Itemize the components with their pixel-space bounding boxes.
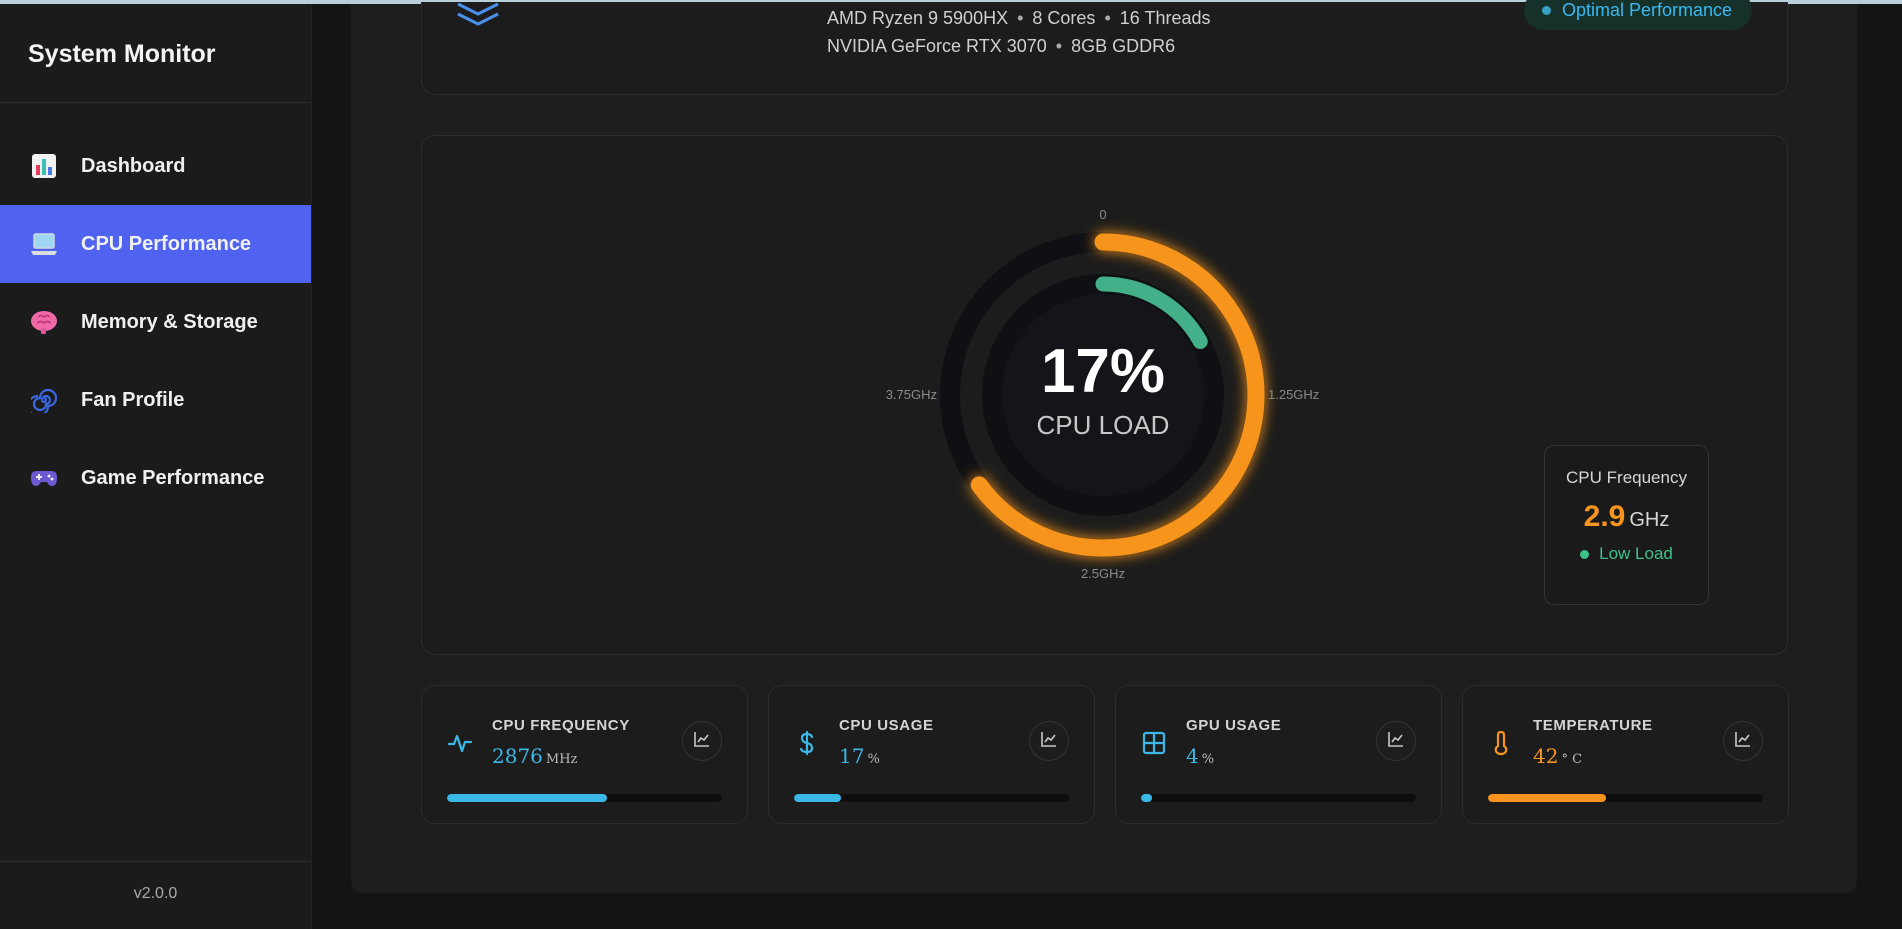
- performance-status-badge: Optimal Performance: [1524, 0, 1753, 30]
- sidebar-divider: [0, 102, 311, 103]
- progress-fill: [794, 794, 841, 802]
- sidebar-item-game-performance[interactable]: Game Performance: [0, 439, 311, 517]
- progress-track: [794, 794, 1069, 802]
- stat-value-row: 2876 MHz: [492, 744, 577, 768]
- sidebar-item-label: Dashboard: [81, 154, 186, 177]
- stat-value-row: 4%: [1186, 744, 1214, 768]
- stat-card-cpu-frequency: CPU FREQUENCY 2876 MHz: [421, 685, 748, 824]
- load-status: Low Load: [1545, 544, 1708, 564]
- chart-button[interactable]: [682, 721, 722, 761]
- app-title: System Monitor: [28, 40, 216, 68]
- stat-value: 17: [839, 744, 865, 768]
- stat-unit: %: [1201, 752, 1215, 767]
- sidebar-item-memory-storage[interactable]: Memory & Storage: [0, 283, 311, 361]
- gpu-spec-line: NVIDIA GeForce RTX 3070 • 8GB GDDR6: [827, 36, 1176, 56]
- gauge-tick-bottom: 2.5GHz: [1081, 566, 1125, 581]
- cpu-frequency-value-row: 2.9 GHz: [1545, 500, 1708, 534]
- cpu-cores: 8 Cores: [1032, 8, 1096, 28]
- laptop-icon: [30, 230, 58, 258]
- gpu-name: NVIDIA GeForce RTX 3070: [827, 36, 1047, 56]
- sidebar: System Monitor Dashboard CPU Performance…: [0, 4, 312, 929]
- sidebar-item-label: Fan Profile: [81, 388, 185, 411]
- gauge-tick-left: 3.75GHz: [886, 387, 937, 402]
- stat-value: 42: [1533, 744, 1559, 768]
- stat-unit: %: [867, 752, 880, 767]
- stat-value: 4: [1186, 744, 1199, 768]
- cyclone-icon: [30, 386, 58, 414]
- stat-card-temperature: TEMPERATURE 42 ° C: [1462, 685, 1789, 824]
- sidebar-item-label: CPU Performance: [81, 232, 252, 255]
- cpu-frequency-value: 2.9: [1583, 500, 1626, 533]
- cpu-frequency-unit: GHz: [1629, 509, 1670, 531]
- cpu-spec-line: AMD Ryzen 9 5900HX • 8 Cores • 16 Threads: [827, 8, 1211, 28]
- line-chart-icon: [693, 730, 711, 753]
- dollar-icon: [794, 730, 820, 756]
- stat-card-gpu-usage: GPU USAGE 4%: [1115, 685, 1442, 824]
- activity-icon: [447, 730, 473, 756]
- bar-chart-icon: [30, 152, 58, 180]
- stat-value: 2876: [492, 744, 543, 768]
- app-version: v2.0.0: [133, 885, 178, 902]
- status-dot-icon: [1542, 5, 1551, 15]
- sidebar-item-label: Memory & Storage: [81, 310, 258, 333]
- brain-icon: [30, 308, 58, 336]
- gauge-tick-right: 1.25GHz: [1268, 387, 1319, 402]
- main-panel: AMD Ryzen 9 5900HX • 8 Cores • 16 Threads NV…: [351, 0, 1857, 893]
- progress-track: [1488, 794, 1763, 802]
- gauge-tick-top: 0: [1099, 207, 1106, 222]
- progress-fill: [447, 794, 607, 802]
- cpu-gauge-card: 0 1.25GHz 2.5GHz 3.75GHz 17% CPU LOAD CP…: [421, 135, 1788, 655]
- sidebar-footer-divider: [0, 861, 311, 862]
- cpu-frequency-title: CPU Frequency: [1566, 468, 1687, 487]
- chart-button[interactable]: [1723, 721, 1763, 761]
- status-dot-icon: [1580, 549, 1590, 559]
- chart-button[interactable]: [1029, 721, 1069, 761]
- cpu-name: AMD Ryzen 9 5900HX: [827, 8, 1009, 28]
- grid-icon: [1141, 730, 1167, 756]
- system-info-card: AMD Ryzen 9 5900HX • 8 Cores • 16 Threads NV…: [421, 0, 1788, 95]
- sidebar-item-dashboard[interactable]: Dashboard: [0, 127, 311, 205]
- progress-track: [1141, 794, 1416, 802]
- performance-status-text: Optimal Performance: [1562, 0, 1733, 20]
- line-chart-icon: [1040, 730, 1058, 753]
- cpu-frequency-card: CPU Frequency 2.9 GHz Low Load: [1544, 445, 1709, 605]
- line-chart-icon: [1734, 730, 1752, 753]
- stat-label: GPU USAGE: [1186, 717, 1282, 734]
- progress-track: [447, 794, 722, 802]
- progress-fill: [1488, 794, 1607, 802]
- sidebar-nav: Dashboard CPU Performance Memory & Stora…: [0, 127, 311, 517]
- gpu-memory: 8GB GDDR6: [1071, 36, 1176, 56]
- load-status-text: Low Load: [1599, 544, 1673, 563]
- thermometer-icon: [1488, 730, 1514, 756]
- cpu-load-value: 17%: [1041, 337, 1165, 406]
- stat-label: CPU USAGE: [839, 717, 934, 734]
- stat-card-cpu-usage: CPU USAGE 17%: [768, 685, 1095, 824]
- cpu-load-label: CPU LOAD: [1037, 410, 1170, 440]
- stat-value-row: 17%: [839, 744, 880, 768]
- chart-button[interactable]: [1376, 721, 1416, 761]
- layers-icon: [454, 0, 502, 37]
- sidebar-item-fan-profile[interactable]: Fan Profile: [0, 361, 311, 439]
- gamepad-icon: [30, 464, 58, 492]
- cpu-threads: 16 Threads: [1119, 8, 1211, 28]
- stat-value-row: 42 ° C: [1533, 744, 1582, 768]
- progress-fill: [1141, 794, 1152, 802]
- sidebar-item-label: Game Performance: [81, 466, 265, 489]
- sidebar-item-cpu-performance[interactable]: CPU Performance: [0, 205, 311, 283]
- line-chart-icon: [1387, 730, 1405, 753]
- stat-unit: MHz: [545, 752, 578, 767]
- stat-label: CPU FREQUENCY: [492, 717, 630, 734]
- stat-label: TEMPERATURE: [1533, 717, 1653, 734]
- stat-unit: ° C: [1561, 752, 1583, 767]
